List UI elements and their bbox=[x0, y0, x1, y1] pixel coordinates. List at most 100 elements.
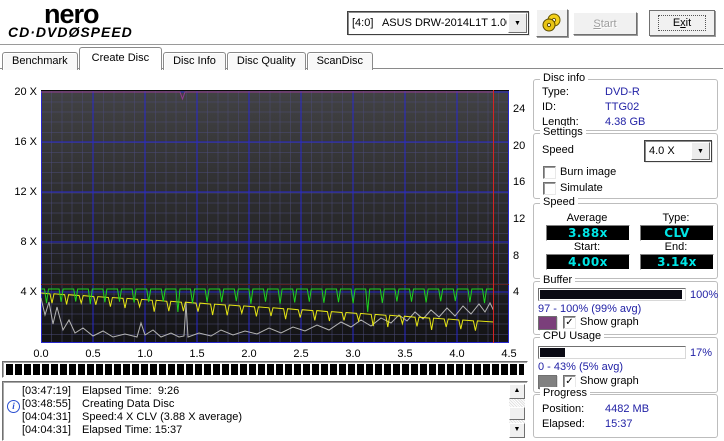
log-message: Elapsed Time: 15:37 bbox=[82, 424, 183, 436]
settings-checkbox-simulate[interactable] bbox=[543, 182, 556, 195]
start-button[interactable]: Start bbox=[573, 12, 637, 35]
toolbar-divider bbox=[0, 44, 724, 46]
log-row: i [03:48:55] Creating Data Disc bbox=[7, 398, 175, 413]
log-timestamp: [04:04:31] bbox=[22, 411, 71, 423]
cpu-usage-groupbox: CPU Usage 17% 0 - 43% (5% avg) ✓ Show gr… bbox=[533, 330, 718, 393]
scroll-down-icon[interactable]: ▼ bbox=[509, 423, 525, 438]
log-timestamp: [03:47:19] bbox=[22, 385, 71, 397]
y-axis-right-tick: 4 bbox=[513, 286, 520, 298]
cpu-usage-bar bbox=[538, 346, 686, 359]
progress-title: Progress bbox=[540, 387, 591, 399]
exit-button[interactable]: Exit bbox=[649, 10, 715, 36]
x-axis-tick: 1.5 bbox=[189, 348, 205, 360]
speed-cell-label: Start: bbox=[573, 241, 601, 253]
buffer-level-fill bbox=[540, 290, 682, 299]
progress-groupbox: Progress Position: 4482 MB Elapsed: 15:37 bbox=[533, 387, 718, 438]
disc-info-value: 4.38 GB bbox=[605, 116, 646, 128]
drive-select-value: [4:0] ASUS DRW-2014L1T 1.00 bbox=[352, 17, 507, 29]
buffer-percent: 100% bbox=[690, 289, 719, 301]
progress-value: 4482 MB bbox=[605, 403, 650, 415]
speed-graph bbox=[40, 90, 509, 343]
y-axis-left-tick: 12 X bbox=[14, 186, 37, 198]
y-axis-right-tick: 8 bbox=[513, 250, 520, 262]
speed-cell-value: 4.00x bbox=[546, 254, 630, 270]
log-message: Speed:4 X CLV (3.88 X average) bbox=[82, 411, 243, 423]
cpu-usage-title: CPU Usage bbox=[540, 330, 605, 342]
speed-graph-canvas bbox=[40, 90, 509, 343]
x-axis-tick: 1.0 bbox=[137, 348, 153, 360]
speed-groupbox: Speed Average 3.88x Type: CLV Start: 4.00x End… bbox=[533, 196, 718, 279]
status-log: [03:47:19] Elapsed Time: 9:26 i [03:48:55] C… bbox=[2, 381, 528, 441]
x-axis-tick: 4.0 bbox=[449, 348, 465, 360]
settings-checkbox-burn-image[interactable] bbox=[543, 166, 556, 179]
speed-select-value: 4.0 X bbox=[649, 145, 675, 157]
speed-panel-title: Speed bbox=[540, 196, 578, 208]
x-axis-tick: 0.0 bbox=[33, 348, 49, 360]
x-axis-tick: 3.5 bbox=[397, 348, 413, 360]
settings-checkbox-label: Burn image bbox=[560, 166, 617, 178]
y-axis-right-tick: 16 bbox=[513, 176, 526, 188]
cpu-show-graph-label: Show graph bbox=[580, 375, 639, 387]
drive-select-combobox[interactable]: [4:0] ASUS DRW-2014L1T 1.00 ▼ bbox=[347, 11, 529, 35]
log-timestamp: [03:48:55] bbox=[22, 398, 71, 410]
disc-info-title: Disc info bbox=[540, 72, 589, 84]
overall-progress-fill bbox=[6, 364, 524, 375]
log-row: [04:04:31] Speed:4 X CLV (3.88 X average) bbox=[7, 411, 242, 424]
x-axis-tick: 4.5 bbox=[501, 348, 517, 360]
y-axis-left-tick: 16 X bbox=[14, 136, 37, 148]
cd-dvd-speed-logo-text: CD·DVDØSPEED bbox=[8, 24, 133, 40]
settings-groupbox: Settings Speed 4.0 X ▼ Burn image Simulat… bbox=[533, 126, 718, 199]
overall-progress-bar bbox=[2, 361, 528, 378]
progress-label: Position: bbox=[542, 403, 585, 415]
x-axis-tick: 2.0 bbox=[241, 348, 257, 360]
nero-cd-dvd-speed-window: nero CD·DVDØSPEED [4:0] ASUS DRW-2014L1T… bbox=[0, 0, 724, 441]
tab-disc-quality[interactable]: Disc Quality bbox=[226, 52, 306, 70]
progress-label: Elapsed: bbox=[542, 418, 585, 430]
speed-cell-value: CLV bbox=[640, 225, 714, 241]
scrollbar-thumb[interactable] bbox=[509, 407, 525, 420]
nero-logo: nero CD·DVDØSPEED bbox=[8, 1, 178, 41]
tab-scandisc[interactable]: ScanDisc bbox=[306, 52, 374, 70]
disc-info-label: ID: bbox=[542, 101, 557, 113]
exit-button-label: Exit bbox=[657, 15, 707, 31]
tab-disc-info[interactable]: Disc Info bbox=[163, 52, 226, 70]
buffer-level-bar bbox=[538, 288, 686, 301]
log-row: [04:04:31] Elapsed Time: 15:37 bbox=[7, 424, 182, 437]
disc-info-label: Type: bbox=[542, 86, 569, 98]
speed-cell-value: 3.88x bbox=[546, 225, 630, 241]
x-axis-tick: 0.5 bbox=[85, 348, 101, 360]
disc-info-groupbox: Disc info Type: DVD-R ID: TTG02 Length: 4.38 … bbox=[533, 72, 718, 131]
disc-info-value: TTG02 bbox=[605, 101, 640, 113]
y-axis-right-tick: 12 bbox=[513, 213, 526, 225]
disc-info-value: DVD-R bbox=[605, 86, 640, 98]
progress-value: 15:37 bbox=[605, 418, 633, 430]
buffer-show-graph-checkbox[interactable]: ✓ bbox=[563, 316, 576, 329]
discs-icon bbox=[542, 13, 561, 32]
buffer-title: Buffer bbox=[540, 274, 576, 286]
chevron-down-icon[interactable]: ▼ bbox=[691, 142, 710, 160]
cpu-percent: 17% bbox=[690, 347, 713, 359]
tab-create-disc[interactable]: Create Disc bbox=[78, 47, 163, 70]
log-scrollbar[interactable]: ▲ ▼ bbox=[509, 384, 525, 438]
scroll-up-icon[interactable]: ▲ bbox=[509, 384, 525, 399]
chevron-down-icon[interactable]: ▼ bbox=[508, 13, 527, 33]
cpu-range-text: 0 - 43% (5% avg) bbox=[538, 361, 623, 373]
tab-strip: Benchmark Create Disc Disc Info Disc Qualit… bbox=[2, 47, 374, 70]
cpu-usage-fill bbox=[540, 348, 565, 357]
buffer-color-swatch bbox=[538, 316, 557, 330]
speed-cell-label: Type: bbox=[662, 212, 690, 224]
eject-disc-button[interactable] bbox=[536, 9, 568, 37]
tab-benchmark[interactable]: Benchmark bbox=[2, 52, 78, 70]
log-message: Creating Data Disc bbox=[82, 398, 175, 410]
buffer-show-graph-label: Show graph bbox=[580, 316, 639, 328]
buffer-groupbox: Buffer 100% 97 - 100% (99% avg) ✓ Show g… bbox=[533, 274, 719, 335]
x-axis-tick: 3.0 bbox=[345, 348, 361, 360]
speed-cell-label: Average bbox=[566, 212, 608, 224]
y-axis-left-tick: 4 X bbox=[20, 286, 37, 298]
speed-label: Speed bbox=[542, 144, 574, 156]
y-axis-right-tick: 24 bbox=[513, 103, 526, 115]
speed-select-combobox[interactable]: 4.0 X ▼ bbox=[644, 140, 712, 162]
log-message: Elapsed Time: 9:26 bbox=[82, 385, 180, 397]
start-button-label: Start bbox=[593, 17, 617, 30]
y-axis-right-tick: 20 bbox=[513, 140, 526, 152]
